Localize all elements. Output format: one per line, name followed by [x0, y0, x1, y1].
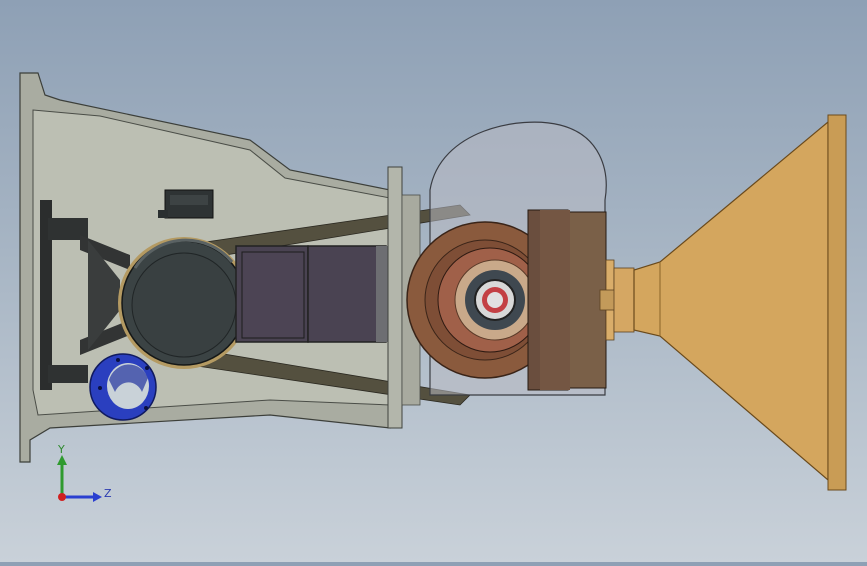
- z-axis-label: Z: [104, 487, 112, 500]
- mounting-plate: [387, 166, 403, 429]
- x-axis-origin: [58, 493, 66, 501]
- belt-tensioner-panels: [235, 245, 388, 343]
- sheave-hub: [527, 209, 607, 391]
- y-axis-label: Y: [57, 443, 65, 456]
- coordinate-triad: Y Z: [57, 443, 112, 502]
- cone-outlet[interactable]: [633, 114, 847, 491]
- blue-flange[interactable]: [89, 353, 157, 421]
- model-viewport[interactable]: Y Z: [0, 0, 867, 562]
- cad-model-drawing[interactable]: Y Z: [0, 0, 867, 562]
